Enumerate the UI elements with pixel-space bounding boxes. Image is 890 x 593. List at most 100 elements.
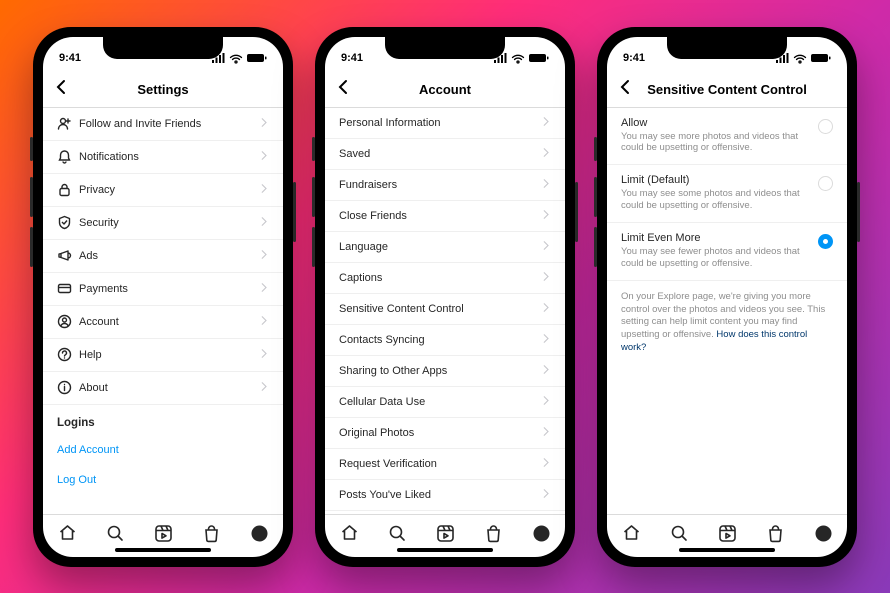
header: Settings	[43, 73, 283, 108]
row-label: Account	[79, 316, 260, 328]
row-label: Captions	[339, 272, 542, 284]
content-option[interactable]: Limit Even More You may see fewer photos…	[607, 223, 847, 281]
back-button[interactable]	[617, 79, 633, 100]
log-out-link[interactable]: Log Out	[43, 465, 283, 495]
settings-row-info[interactable]: About	[43, 372, 283, 405]
card-icon	[57, 281, 79, 296]
settings-row-lock[interactable]: Privacy	[43, 174, 283, 207]
info-icon	[57, 380, 79, 395]
content-option[interactable]: Limit (Default) You may see some photos …	[607, 165, 847, 223]
chevron-right-icon	[260, 217, 269, 229]
account-list: Personal Information Saved Fundraisers C…	[325, 108, 565, 514]
phone-account: 9:41 Account Personal Information Saved …	[315, 27, 575, 567]
radio-button[interactable]	[818, 234, 833, 249]
account-row[interactable]: Close Friends	[325, 201, 565, 232]
battery-icon	[811, 52, 831, 64]
row-label: Sharing to Other Apps	[339, 365, 542, 377]
tab-home[interactable]	[622, 524, 641, 548]
account-row[interactable]: Sharing to Other Apps	[325, 356, 565, 387]
account-row[interactable]: Original Photos	[325, 418, 565, 449]
chevron-right-icon	[260, 283, 269, 295]
row-label: Contacts Syncing	[339, 334, 542, 346]
chevron-right-icon	[260, 151, 269, 163]
tab-home[interactable]	[58, 524, 77, 548]
row-label: About	[79, 382, 260, 394]
settings-row-help[interactable]: Help	[43, 339, 283, 372]
option-title: Limit (Default)	[621, 174, 808, 186]
battery-icon	[247, 52, 267, 64]
tab-shop[interactable]	[202, 524, 221, 548]
tab-profile[interactable]	[250, 524, 269, 548]
chevron-right-icon	[542, 210, 551, 222]
settings-row-person-circle[interactable]: Account	[43, 306, 283, 339]
home-indicator[interactable]	[115, 548, 211, 552]
row-label: Ads	[79, 250, 260, 262]
chevron-right-icon	[542, 179, 551, 191]
wifi-icon	[511, 52, 525, 64]
status-time: 9:41	[341, 52, 363, 64]
tab-profile[interactable]	[814, 524, 833, 548]
content-option[interactable]: Allow You may see more photos and videos…	[607, 108, 847, 166]
account-row[interactable]: Posts You've Liked	[325, 480, 565, 511]
chevron-right-icon	[542, 458, 551, 470]
option-desc: You may see more photos and videos that …	[621, 131, 808, 155]
settings-row-person-add[interactable]: Follow and Invite Friends	[43, 108, 283, 141]
settings-row-shield[interactable]: Security	[43, 207, 283, 240]
tab-reels[interactable]	[718, 524, 737, 548]
help-icon	[57, 347, 79, 362]
row-label: Original Photos	[339, 427, 542, 439]
account-row[interactable]: Fundraisers	[325, 170, 565, 201]
row-label: Follow and Invite Friends	[79, 118, 260, 130]
option-title: Limit Even More	[621, 232, 808, 244]
notch	[103, 37, 223, 59]
phone-settings: 9:41 Settings Follow and Invite Friends …	[33, 27, 293, 567]
tab-reels[interactable]	[436, 524, 455, 548]
row-label: Request Verification	[339, 458, 542, 470]
chevron-right-icon	[260, 118, 269, 130]
account-row[interactable]: Request Verification	[325, 449, 565, 480]
radio-button[interactable]	[818, 119, 833, 134]
home-indicator[interactable]	[679, 548, 775, 552]
radio-button[interactable]	[818, 176, 833, 191]
row-label: Help	[79, 349, 260, 361]
back-button[interactable]	[53, 79, 69, 100]
header: Sensitive Content Control	[607, 73, 847, 108]
chevron-right-icon	[542, 272, 551, 284]
megaphone-icon	[57, 248, 79, 263]
row-label: Sensitive Content Control	[339, 303, 542, 315]
tab-home[interactable]	[340, 524, 359, 548]
notch	[667, 37, 787, 59]
account-row[interactable]: Cellular Data Use	[325, 387, 565, 418]
home-indicator[interactable]	[397, 548, 493, 552]
tab-shop[interactable]	[484, 524, 503, 548]
status-time: 9:41	[623, 52, 645, 64]
battery-icon	[529, 52, 549, 64]
page-title: Settings	[137, 82, 188, 97]
page-title: Sensitive Content Control	[647, 82, 807, 97]
person-circle-icon	[57, 314, 79, 329]
add-account-link[interactable]: Add Account	[43, 435, 283, 465]
page-title: Account	[419, 82, 471, 97]
account-row[interactable]: Sensitive Content Control	[325, 294, 565, 325]
account-row[interactable]: Contacts Syncing	[325, 325, 565, 356]
settings-row-megaphone[interactable]: Ads	[43, 240, 283, 273]
account-row[interactable]: Saved	[325, 139, 565, 170]
account-row[interactable]: Personal Information	[325, 108, 565, 139]
row-label: Posts You've Liked	[339, 489, 542, 501]
tab-reels[interactable]	[154, 524, 173, 548]
tab-search[interactable]	[388, 524, 407, 548]
back-button[interactable]	[335, 79, 351, 100]
chevron-right-icon	[542, 365, 551, 377]
tab-profile[interactable]	[532, 524, 551, 548]
sensitive-options: Allow You may see more photos and videos…	[607, 108, 847, 514]
account-row[interactable]: Language	[325, 232, 565, 263]
logins-header: Logins	[43, 405, 283, 435]
tab-search[interactable]	[670, 524, 689, 548]
settings-row-card[interactable]: Payments	[43, 273, 283, 306]
wifi-icon	[793, 52, 807, 64]
settings-row-bell[interactable]: Notifications	[43, 141, 283, 174]
tab-shop[interactable]	[766, 524, 785, 548]
account-row[interactable]: Captions	[325, 263, 565, 294]
tab-search[interactable]	[106, 524, 125, 548]
shield-icon	[57, 215, 79, 230]
